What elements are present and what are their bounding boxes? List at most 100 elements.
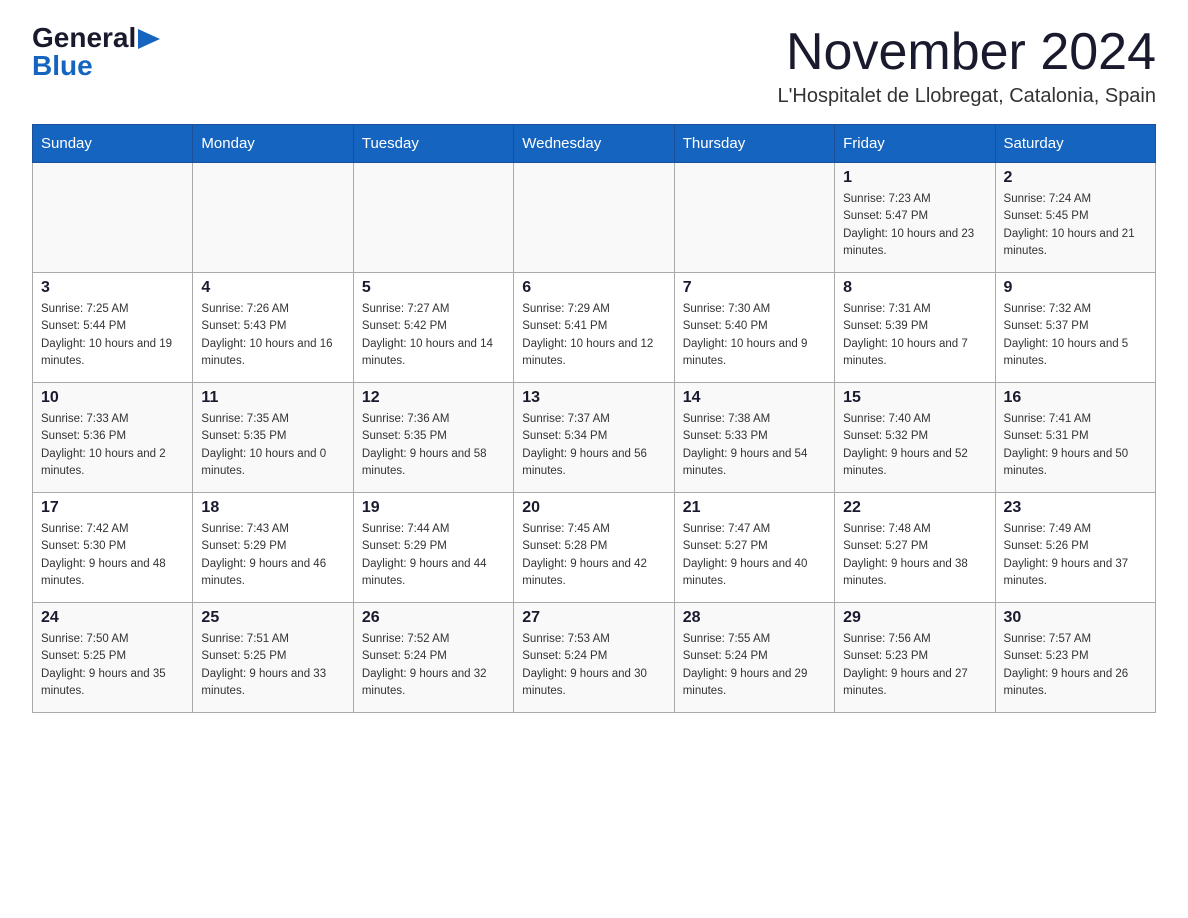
calendar-cell: 16 Sunrise: 7:41 AMSunset: 5:31 PMDayligh… xyxy=(995,383,1155,493)
day-number: 21 xyxy=(683,499,826,517)
day-number: 14 xyxy=(683,389,826,407)
day-info: Sunrise: 7:23 AMSunset: 5:47 PMDaylight:… xyxy=(843,191,986,260)
calendar-cell: 5 Sunrise: 7:27 AMSunset: 5:42 PMDaylight… xyxy=(353,273,513,383)
day-info: Sunrise: 7:25 AMSunset: 5:44 PMDaylight:… xyxy=(41,301,184,370)
calendar-week-row: 17 Sunrise: 7:42 AMSunset: 5:30 PMDayligh… xyxy=(33,493,1156,603)
calendar-cell xyxy=(193,163,353,273)
day-info: Sunrise: 7:35 AMSunset: 5:35 PMDaylight:… xyxy=(201,411,344,480)
day-info: Sunrise: 7:24 AMSunset: 5:45 PMDaylight:… xyxy=(1004,191,1147,260)
day-number: 29 xyxy=(843,609,986,627)
calendar-cell: 19 Sunrise: 7:44 AMSunset: 5:29 PMDayligh… xyxy=(353,493,513,603)
day-number: 13 xyxy=(522,389,665,407)
day-info: Sunrise: 7:30 AMSunset: 5:40 PMDaylight:… xyxy=(683,301,826,370)
day-number: 18 xyxy=(201,499,344,517)
calendar-cell: 9 Sunrise: 7:32 AMSunset: 5:37 PMDaylight… xyxy=(995,273,1155,383)
calendar-cell: 8 Sunrise: 7:31 AMSunset: 5:39 PMDaylight… xyxy=(835,273,995,383)
day-info: Sunrise: 7:29 AMSunset: 5:41 PMDaylight:… xyxy=(522,301,665,370)
calendar-cell: 28Sunrise: 7:55 AMSunset: 5:24 PMDayligh… xyxy=(674,603,834,713)
day-info: Sunrise: 7:48 AMSunset: 5:27 PMDaylight:… xyxy=(843,521,986,590)
day-info: Sunrise: 7:43 AMSunset: 5:29 PMDaylight:… xyxy=(201,521,344,590)
day-number: 5 xyxy=(362,279,505,297)
calendar-header-row: SundayMondayTuesdayWednesdayThursdayFrid… xyxy=(33,125,1156,163)
calendar-cell: 4Sunrise: 7:26 AMSunset: 5:43 PMDaylight… xyxy=(193,273,353,383)
day-number: 24 xyxy=(41,609,184,627)
day-number: 2 xyxy=(1004,169,1147,187)
calendar-cell xyxy=(514,163,674,273)
page-header: General Blue November 2024 L'Hospitalet … xyxy=(32,24,1156,108)
calendar-cell xyxy=(353,163,513,273)
day-number: 23 xyxy=(1004,499,1147,517)
location-title: L'Hospitalet de Llobregat, Catalonia, Sp… xyxy=(777,85,1156,108)
day-number: 16 xyxy=(1004,389,1147,407)
calendar-cell: 1 Sunrise: 7:23 AMSunset: 5:47 PMDaylight… xyxy=(835,163,995,273)
day-number: 27 xyxy=(522,609,665,627)
day-number: 17 xyxy=(41,499,184,517)
day-info: Sunrise: 7:37 AMSunset: 5:34 PMDaylight:… xyxy=(522,411,665,480)
logo-arrow-icon xyxy=(138,29,160,49)
day-number: 20 xyxy=(522,499,665,517)
day-info: Sunrise: 7:44 AMSunset: 5:29 PMDaylight:… xyxy=(362,521,505,590)
calendar-cell: 6Sunrise: 7:29 AMSunset: 5:41 PMDaylight… xyxy=(514,273,674,383)
day-number: 10 xyxy=(41,389,184,407)
calendar-cell: 2 Sunrise: 7:24 AMSunset: 5:45 PMDaylight… xyxy=(995,163,1155,273)
calendar-cell: 17 Sunrise: 7:42 AMSunset: 5:30 PMDayligh… xyxy=(33,493,193,603)
calendar-week-row: 1 Sunrise: 7:23 AMSunset: 5:47 PMDaylight… xyxy=(33,163,1156,273)
day-info: Sunrise: 7:41 AMSunset: 5:31 PMDaylight:… xyxy=(1004,411,1147,480)
month-title: November 2024 xyxy=(777,24,1156,81)
calendar-cell: 21Sunrise: 7:47 AMSunset: 5:27 PMDayligh… xyxy=(674,493,834,603)
calendar-cell: 25 Sunrise: 7:51 AMSunset: 5:25 PMDayligh… xyxy=(193,603,353,713)
day-info: Sunrise: 7:56 AMSunset: 5:23 PMDaylight:… xyxy=(843,631,986,700)
title-block: November 2024 L'Hospitalet de Llobregat,… xyxy=(777,24,1156,108)
day-number: 30 xyxy=(1004,609,1147,627)
calendar-cell: 15 Sunrise: 7:40 AMSunset: 5:32 PMDayligh… xyxy=(835,383,995,493)
calendar-week-row: 3Sunrise: 7:25 AMSunset: 5:44 PMDaylight… xyxy=(33,273,1156,383)
day-info: Sunrise: 7:27 AMSunset: 5:42 PMDaylight:… xyxy=(362,301,505,370)
calendar-cell: 27 Sunrise: 7:53 AMSunset: 5:24 PMDayligh… xyxy=(514,603,674,713)
day-number: 15 xyxy=(843,389,986,407)
column-header-sunday: Sunday xyxy=(33,125,193,163)
logo-blue-text: Blue xyxy=(32,52,93,80)
column-header-friday: Friday xyxy=(835,125,995,163)
calendar-table: SundayMondayTuesdayWednesdayThursdayFrid… xyxy=(32,124,1156,713)
calendar-cell: 18 Sunrise: 7:43 AMSunset: 5:29 PMDayligh… xyxy=(193,493,353,603)
day-number: 1 xyxy=(843,169,986,187)
calendar-cell: 14 Sunrise: 7:38 AMSunset: 5:33 PMDayligh… xyxy=(674,383,834,493)
day-info: Sunrise: 7:32 AMSunset: 5:37 PMDaylight:… xyxy=(1004,301,1147,370)
calendar-week-row: 10 Sunrise: 7:33 AMSunset: 5:36 PMDayligh… xyxy=(33,383,1156,493)
day-number: 25 xyxy=(201,609,344,627)
calendar-cell: 10 Sunrise: 7:33 AMSunset: 5:36 PMDayligh… xyxy=(33,383,193,493)
calendar-cell: 24Sunrise: 7:50 AMSunset: 5:25 PMDayligh… xyxy=(33,603,193,713)
day-info: Sunrise: 7:49 AMSunset: 5:26 PMDaylight:… xyxy=(1004,521,1147,590)
day-number: 9 xyxy=(1004,279,1147,297)
day-info: Sunrise: 7:26 AMSunset: 5:43 PMDaylight:… xyxy=(201,301,344,370)
calendar-cell: 26 Sunrise: 7:52 AMSunset: 5:24 PMDayligh… xyxy=(353,603,513,713)
logo-general-text: General xyxy=(32,24,136,52)
day-info: Sunrise: 7:31 AMSunset: 5:39 PMDaylight:… xyxy=(843,301,986,370)
day-info: Sunrise: 7:57 AMSunset: 5:23 PMDaylight:… xyxy=(1004,631,1147,700)
calendar-cell: 7Sunrise: 7:30 AMSunset: 5:40 PMDaylight… xyxy=(674,273,834,383)
day-info: Sunrise: 7:33 AMSunset: 5:36 PMDaylight:… xyxy=(41,411,184,480)
calendar-cell: 11Sunrise: 7:35 AMSunset: 5:35 PMDayligh… xyxy=(193,383,353,493)
calendar-cell: 12Sunrise: 7:36 AMSunset: 5:35 PMDayligh… xyxy=(353,383,513,493)
day-info: Sunrise: 7:55 AMSunset: 5:24 PMDaylight:… xyxy=(683,631,826,700)
day-number: 8 xyxy=(843,279,986,297)
calendar-cell: 3Sunrise: 7:25 AMSunset: 5:44 PMDaylight… xyxy=(33,273,193,383)
calendar-cell: 20 Sunrise: 7:45 AMSunset: 5:28 PMDayligh… xyxy=(514,493,674,603)
day-info: Sunrise: 7:52 AMSunset: 5:24 PMDaylight:… xyxy=(362,631,505,700)
day-info: Sunrise: 7:42 AMSunset: 5:30 PMDaylight:… xyxy=(41,521,184,590)
column-header-monday: Monday xyxy=(193,125,353,163)
day-info: Sunrise: 7:51 AMSunset: 5:25 PMDaylight:… xyxy=(201,631,344,700)
calendar-cell: 22Sunrise: 7:48 AMSunset: 5:27 PMDayligh… xyxy=(835,493,995,603)
day-info: Sunrise: 7:38 AMSunset: 5:33 PMDaylight:… xyxy=(683,411,826,480)
column-header-thursday: Thursday xyxy=(674,125,834,163)
day-number: 26 xyxy=(362,609,505,627)
logo: General Blue xyxy=(32,24,160,80)
day-info: Sunrise: 7:53 AMSunset: 5:24 PMDaylight:… xyxy=(522,631,665,700)
day-number: 19 xyxy=(362,499,505,517)
day-info: Sunrise: 7:45 AMSunset: 5:28 PMDaylight:… xyxy=(522,521,665,590)
calendar-week-row: 24Sunrise: 7:50 AMSunset: 5:25 PMDayligh… xyxy=(33,603,1156,713)
column-header-saturday: Saturday xyxy=(995,125,1155,163)
day-info: Sunrise: 7:40 AMSunset: 5:32 PMDaylight:… xyxy=(843,411,986,480)
column-header-tuesday: Tuesday xyxy=(353,125,513,163)
calendar-cell: 13 Sunrise: 7:37 AMSunset: 5:34 PMDayligh… xyxy=(514,383,674,493)
